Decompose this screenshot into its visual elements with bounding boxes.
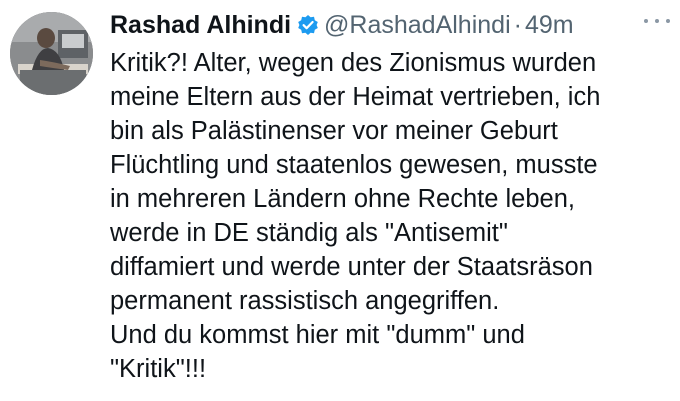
avatar[interactable] [10,12,93,95]
more-dot [655,19,659,23]
tweet[interactable]: Rashad Alhindi @RashadAlhindi · 49m Krit… [0,0,680,401]
tweet-text-line: Und du kommst hier mit "dumm" und [110,321,525,349]
author-handle[interactable]: @RashadAlhindi [324,11,511,40]
more-dot [644,19,648,23]
tweet-text: Kritik?! Alter, wegen des Zionismus wurd… [110,46,670,386]
tweet-header: Rashad Alhindi @RashadAlhindi · 49m [110,6,670,44]
tweet-text-line: permanent rassistisch angegriffen. [110,287,500,315]
more-dot [666,19,670,23]
tweet-text-line: "Kritik"!!! [110,355,207,383]
verified-badge-icon [297,14,319,36]
tweet-text-line: meine Eltern aus der Heimat vertrieben, … [110,83,601,111]
tweet-text-line: Kritik?! Alter, wegen des Zionismus wurd… [110,49,597,77]
more-options-icon[interactable] [644,16,670,26]
tweet-text-line: Flüchtling und staatenlos gewesen, musst… [110,151,598,179]
tweet-text-line: diffamiert und werde unter der Staatsräs… [110,253,593,281]
timestamp[interactable]: 49m [525,11,574,40]
tweet-text-line: werde in DE ständig als "Antisemit" [110,219,508,247]
tweet-text-line: in mehreren Ländern ohne Rechte leben, [110,185,575,213]
tweet-text-line: bin als Palästinenser vor meiner Geburt [110,117,558,145]
tweet-content: Rashad Alhindi @RashadAlhindi · 49m Krit… [110,6,670,386]
author-name[interactable]: Rashad Alhindi [110,11,291,40]
separator-dot: · [513,10,522,39]
avatar-photo [10,12,93,95]
